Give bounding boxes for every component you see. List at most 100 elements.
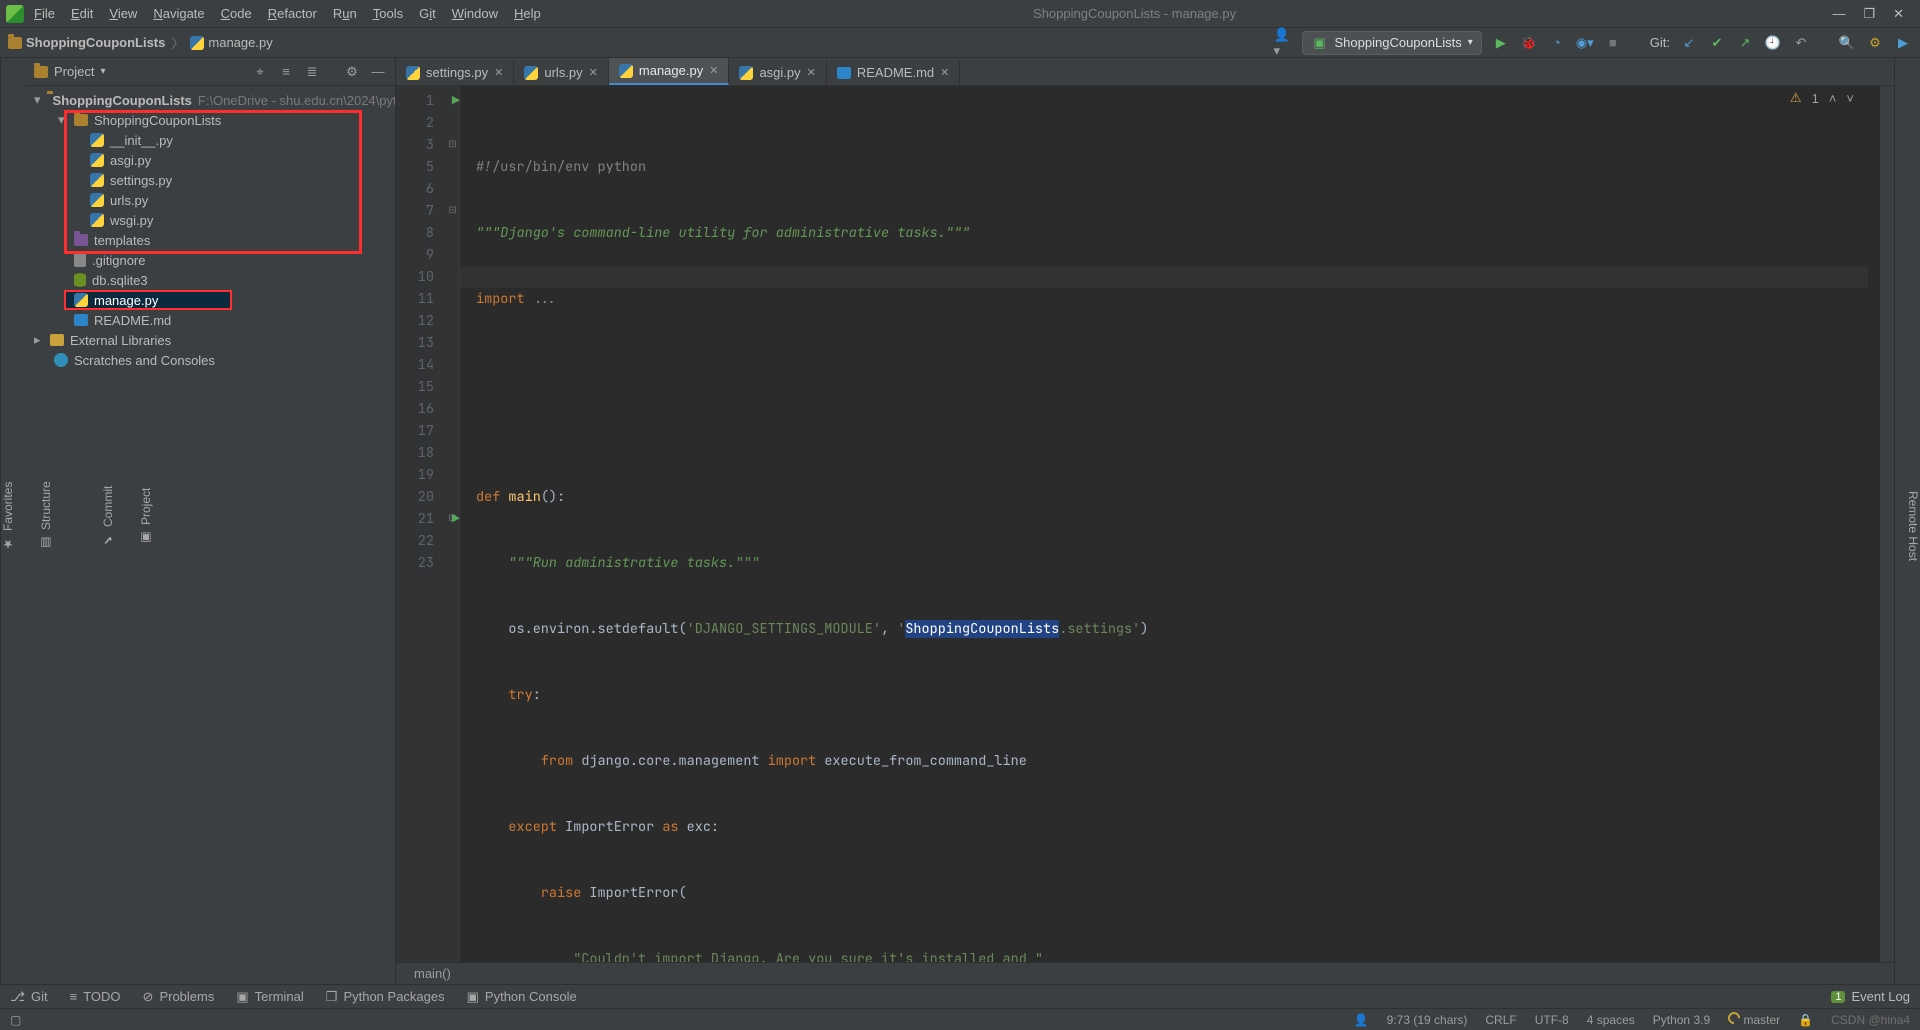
window-maximize[interactable]: ❐ bbox=[1863, 6, 1875, 22]
git-history-button[interactable]: 🕘 bbox=[1764, 34, 1782, 52]
tree-wsgi[interactable]: wsgi.py bbox=[30, 210, 391, 230]
tree-external-libraries[interactable]: ▸External Libraries bbox=[30, 330, 391, 350]
tab-settings[interactable]: settings.py✕ bbox=[396, 60, 514, 85]
tree-db[interactable]: db.sqlite3 bbox=[30, 270, 391, 290]
tool-problems[interactable]: ⊘ Problems bbox=[143, 989, 215, 1005]
git-toolbar-label: Git: bbox=[1650, 35, 1670, 50]
close-icon[interactable]: ✕ bbox=[494, 66, 503, 79]
close-icon[interactable]: ✕ bbox=[940, 66, 949, 79]
folder-icon bbox=[8, 37, 22, 49]
tab-asgi[interactable]: asgi.py✕ bbox=[729, 60, 826, 85]
status-encoding[interactable]: UTF-8 bbox=[1535, 1013, 1569, 1027]
tool-windows-icon[interactable]: ▢ bbox=[10, 1013, 24, 1027]
window-minimize[interactable]: — bbox=[1832, 6, 1845, 22]
python-file-icon bbox=[739, 66, 753, 80]
tree-asgi[interactable]: asgi.py bbox=[30, 150, 391, 170]
tree-urls[interactable]: urls.py bbox=[30, 190, 391, 210]
hide-icon[interactable]: — bbox=[369, 63, 387, 81]
status-interpreter[interactable]: Python 3.9 bbox=[1653, 1013, 1710, 1027]
search-everywhere-button[interactable]: 🔍 bbox=[1838, 34, 1856, 52]
templates-folder-icon bbox=[74, 234, 88, 246]
collapse-all-icon[interactable]: ≣ bbox=[303, 63, 321, 81]
status-indent[interactable]: 4 spaces bbox=[1587, 1013, 1635, 1027]
expand-all-icon[interactable]: ≡ bbox=[277, 63, 295, 81]
tool-python-console[interactable]: ▣ Python Console bbox=[467, 989, 577, 1005]
stop-button[interactable]: ■ bbox=[1604, 34, 1622, 52]
app-icon bbox=[6, 5, 24, 23]
status-git-branch[interactable]: master bbox=[1728, 1012, 1780, 1027]
close-icon[interactable]: ✕ bbox=[709, 64, 718, 77]
menu-tools[interactable]: Tools bbox=[373, 6, 403, 21]
settings-icon[interactable]: ⚙ bbox=[343, 63, 361, 81]
breadcrumb-root[interactable]: ShoppingCouponLists bbox=[8, 35, 165, 50]
locate-icon[interactable]: ⌖ bbox=[251, 63, 269, 81]
project-tool-title[interactable]: Project ▾ bbox=[34, 64, 106, 79]
tool-event-log[interactable]: 1 Event Log bbox=[1831, 989, 1910, 1004]
git-update-button[interactable]: ↙ bbox=[1680, 34, 1698, 52]
profile-button[interactable]: ◉▾ bbox=[1576, 34, 1594, 52]
git-commit-button[interactable]: ✔ bbox=[1708, 34, 1726, 52]
chevron-down-icon: ▾ bbox=[1468, 37, 1473, 48]
close-icon[interactable]: ✕ bbox=[589, 66, 598, 79]
menu-navigate[interactable]: Navigate bbox=[153, 6, 204, 21]
rail-remote-host[interactable]: Remote Host bbox=[1906, 491, 1920, 561]
code-editor[interactable]: #!/usr/bin/env python """Django's comman… bbox=[460, 86, 1880, 962]
run-config-selector[interactable]: ▣ ShoppingCouponLists ▾ bbox=[1302, 31, 1482, 55]
menu-file[interactable]: FFileile bbox=[34, 6, 55, 21]
tree-scratches[interactable]: Scratches and Consoles bbox=[30, 350, 391, 370]
run-gutter-icon[interactable]: ▶ bbox=[452, 90, 460, 112]
menu-run[interactable]: Run bbox=[333, 6, 357, 21]
library-icon bbox=[50, 334, 64, 346]
status-caret-position[interactable]: 9:73 (19 chars) bbox=[1387, 1013, 1468, 1027]
tab-urls[interactable]: urls.py✕ bbox=[514, 60, 609, 85]
watermark: CSDN @hina4 bbox=[1831, 1013, 1910, 1027]
run-button[interactable]: ▶ bbox=[1492, 34, 1510, 52]
status-line-separator[interactable]: CRLF bbox=[1485, 1013, 1516, 1027]
menu-git[interactable]: Git bbox=[419, 6, 436, 21]
tree-settings[interactable]: settings.py bbox=[30, 170, 391, 190]
editor-tabs: settings.py✕ urls.py✕ manage.py✕ asgi.py… bbox=[396, 58, 1894, 86]
project-tree[interactable]: ▾ ShoppingCouponLists F:\OneDrive - shu.… bbox=[26, 86, 395, 984]
coverage-button[interactable]: ◔ bbox=[1548, 34, 1566, 52]
menu-edit[interactable]: Edit bbox=[71, 6, 93, 21]
code-with-me-button[interactable]: ▶ bbox=[1894, 34, 1912, 52]
status-profiler-icon[interactable]: 👤 bbox=[1354, 1013, 1369, 1027]
project-tool-header: Project ▾ ⌖ ≡ ≣ ⚙ — bbox=[26, 58, 395, 86]
rail-project[interactable]: ▣ Project bbox=[139, 487, 153, 544]
tree-gitignore[interactable]: .gitignore bbox=[30, 250, 391, 270]
editor-breadcrumb[interactable]: main() bbox=[396, 962, 1894, 984]
menu-code[interactable]: Code bbox=[221, 6, 252, 21]
run-gutter-icon[interactable]: ▶ bbox=[452, 508, 460, 530]
window-close[interactable]: ✕ bbox=[1893, 6, 1904, 22]
rail-favorites[interactable]: ★ Favorites bbox=[1, 481, 15, 550]
tree-pkg[interactable]: ▾ ShoppingCouponLists bbox=[30, 110, 391, 130]
tree-root[interactable]: ▾ ShoppingCouponLists F:\OneDrive - shu.… bbox=[30, 90, 391, 110]
rail-structure[interactable]: ▥ Structure bbox=[39, 482, 53, 551]
editor-scrollbar[interactable] bbox=[1880, 86, 1894, 962]
tree-readme[interactable]: README.md bbox=[30, 310, 391, 330]
python-file-icon bbox=[90, 213, 104, 227]
tool-git[interactable]: ⎇ Git bbox=[10, 989, 48, 1005]
status-lock-icon[interactable]: 🔒 bbox=[1798, 1013, 1813, 1027]
tree-manage[interactable]: manage.py bbox=[64, 290, 232, 310]
tool-python-packages[interactable]: ❒ Python Packages bbox=[326, 989, 445, 1005]
tab-manage[interactable]: manage.py✕ bbox=[609, 58, 730, 85]
git-rollback-button[interactable]: ↶ bbox=[1792, 34, 1810, 52]
rail-commit[interactable]: ✔ Commit bbox=[101, 485, 115, 546]
debug-button[interactable]: 🐞 bbox=[1520, 34, 1538, 52]
close-icon[interactable]: ✕ bbox=[807, 66, 816, 79]
tool-terminal[interactable]: ▣ Terminal bbox=[236, 989, 303, 1005]
user-switch-icon[interactable]: 👤▾ bbox=[1274, 34, 1292, 52]
menu-view[interactable]: View bbox=[109, 6, 137, 21]
tool-todo[interactable]: ≡ TODO bbox=[70, 989, 121, 1004]
tab-readme[interactable]: README.md✕ bbox=[827, 60, 961, 85]
menu-refactor[interactable]: Refactor bbox=[268, 6, 317, 21]
tree-init[interactable]: __init__.py bbox=[30, 130, 391, 150]
status-bar: ▢ 👤 9:73 (19 chars) CRLF UTF-8 4 spaces … bbox=[0, 1008, 1920, 1030]
tree-templates[interactable]: templates bbox=[30, 230, 391, 250]
ide-settings-button[interactable]: ⚙ bbox=[1866, 34, 1884, 52]
breadcrumb-file[interactable]: manage.py bbox=[190, 35, 272, 50]
git-push-button[interactable]: ↗ bbox=[1736, 34, 1754, 52]
editor-gutter[interactable]: 1▶ 2356 7891011121314151617181920 21▶ 22… bbox=[396, 86, 446, 962]
python-file-icon bbox=[524, 66, 538, 80]
